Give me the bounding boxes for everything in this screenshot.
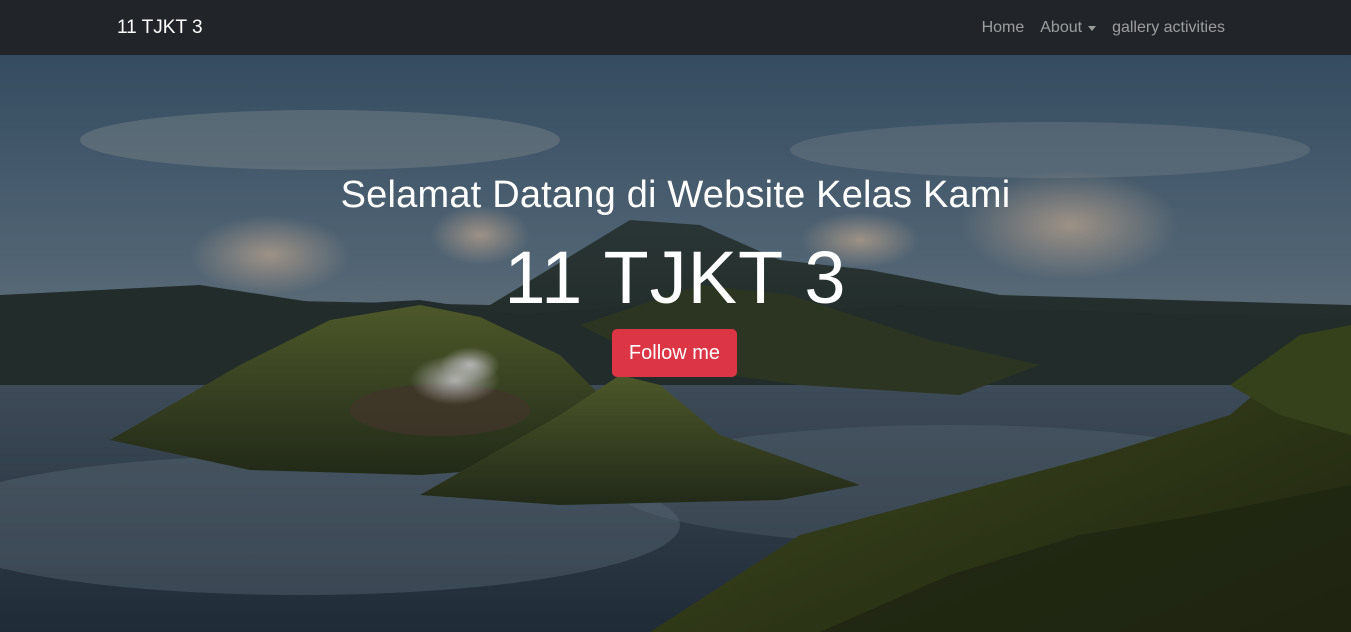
top-navbar: 11 TJKT 3 Home About gallery activities (0, 0, 1351, 55)
nav-link-gallery-label: gallery activities (1112, 19, 1225, 36)
nav-links: Home About gallery activities (982, 16, 1225, 40)
nav-link-about-dropdown[interactable]: About (1040, 16, 1097, 40)
hero-title: 11 TJKT 3 (504, 236, 847, 319)
navbar-brand[interactable]: 11 TJKT 3 (117, 16, 203, 40)
caret-down-icon (1088, 25, 1097, 31)
nav-link-home[interactable]: Home (982, 16, 1025, 40)
nav-link-about-label: About (1040, 19, 1083, 36)
hero-lead-text: Selamat Datang di Website Kelas Kami (340, 174, 1011, 216)
nav-link-home-label: Home (981, 19, 1025, 36)
follow-me-button[interactable]: Follow me (612, 329, 737, 377)
hero-section: Selamat Datang di Website Kelas Kami 11 … (0, 55, 1351, 632)
nav-link-gallery[interactable]: gallery activities (1112, 16, 1225, 40)
